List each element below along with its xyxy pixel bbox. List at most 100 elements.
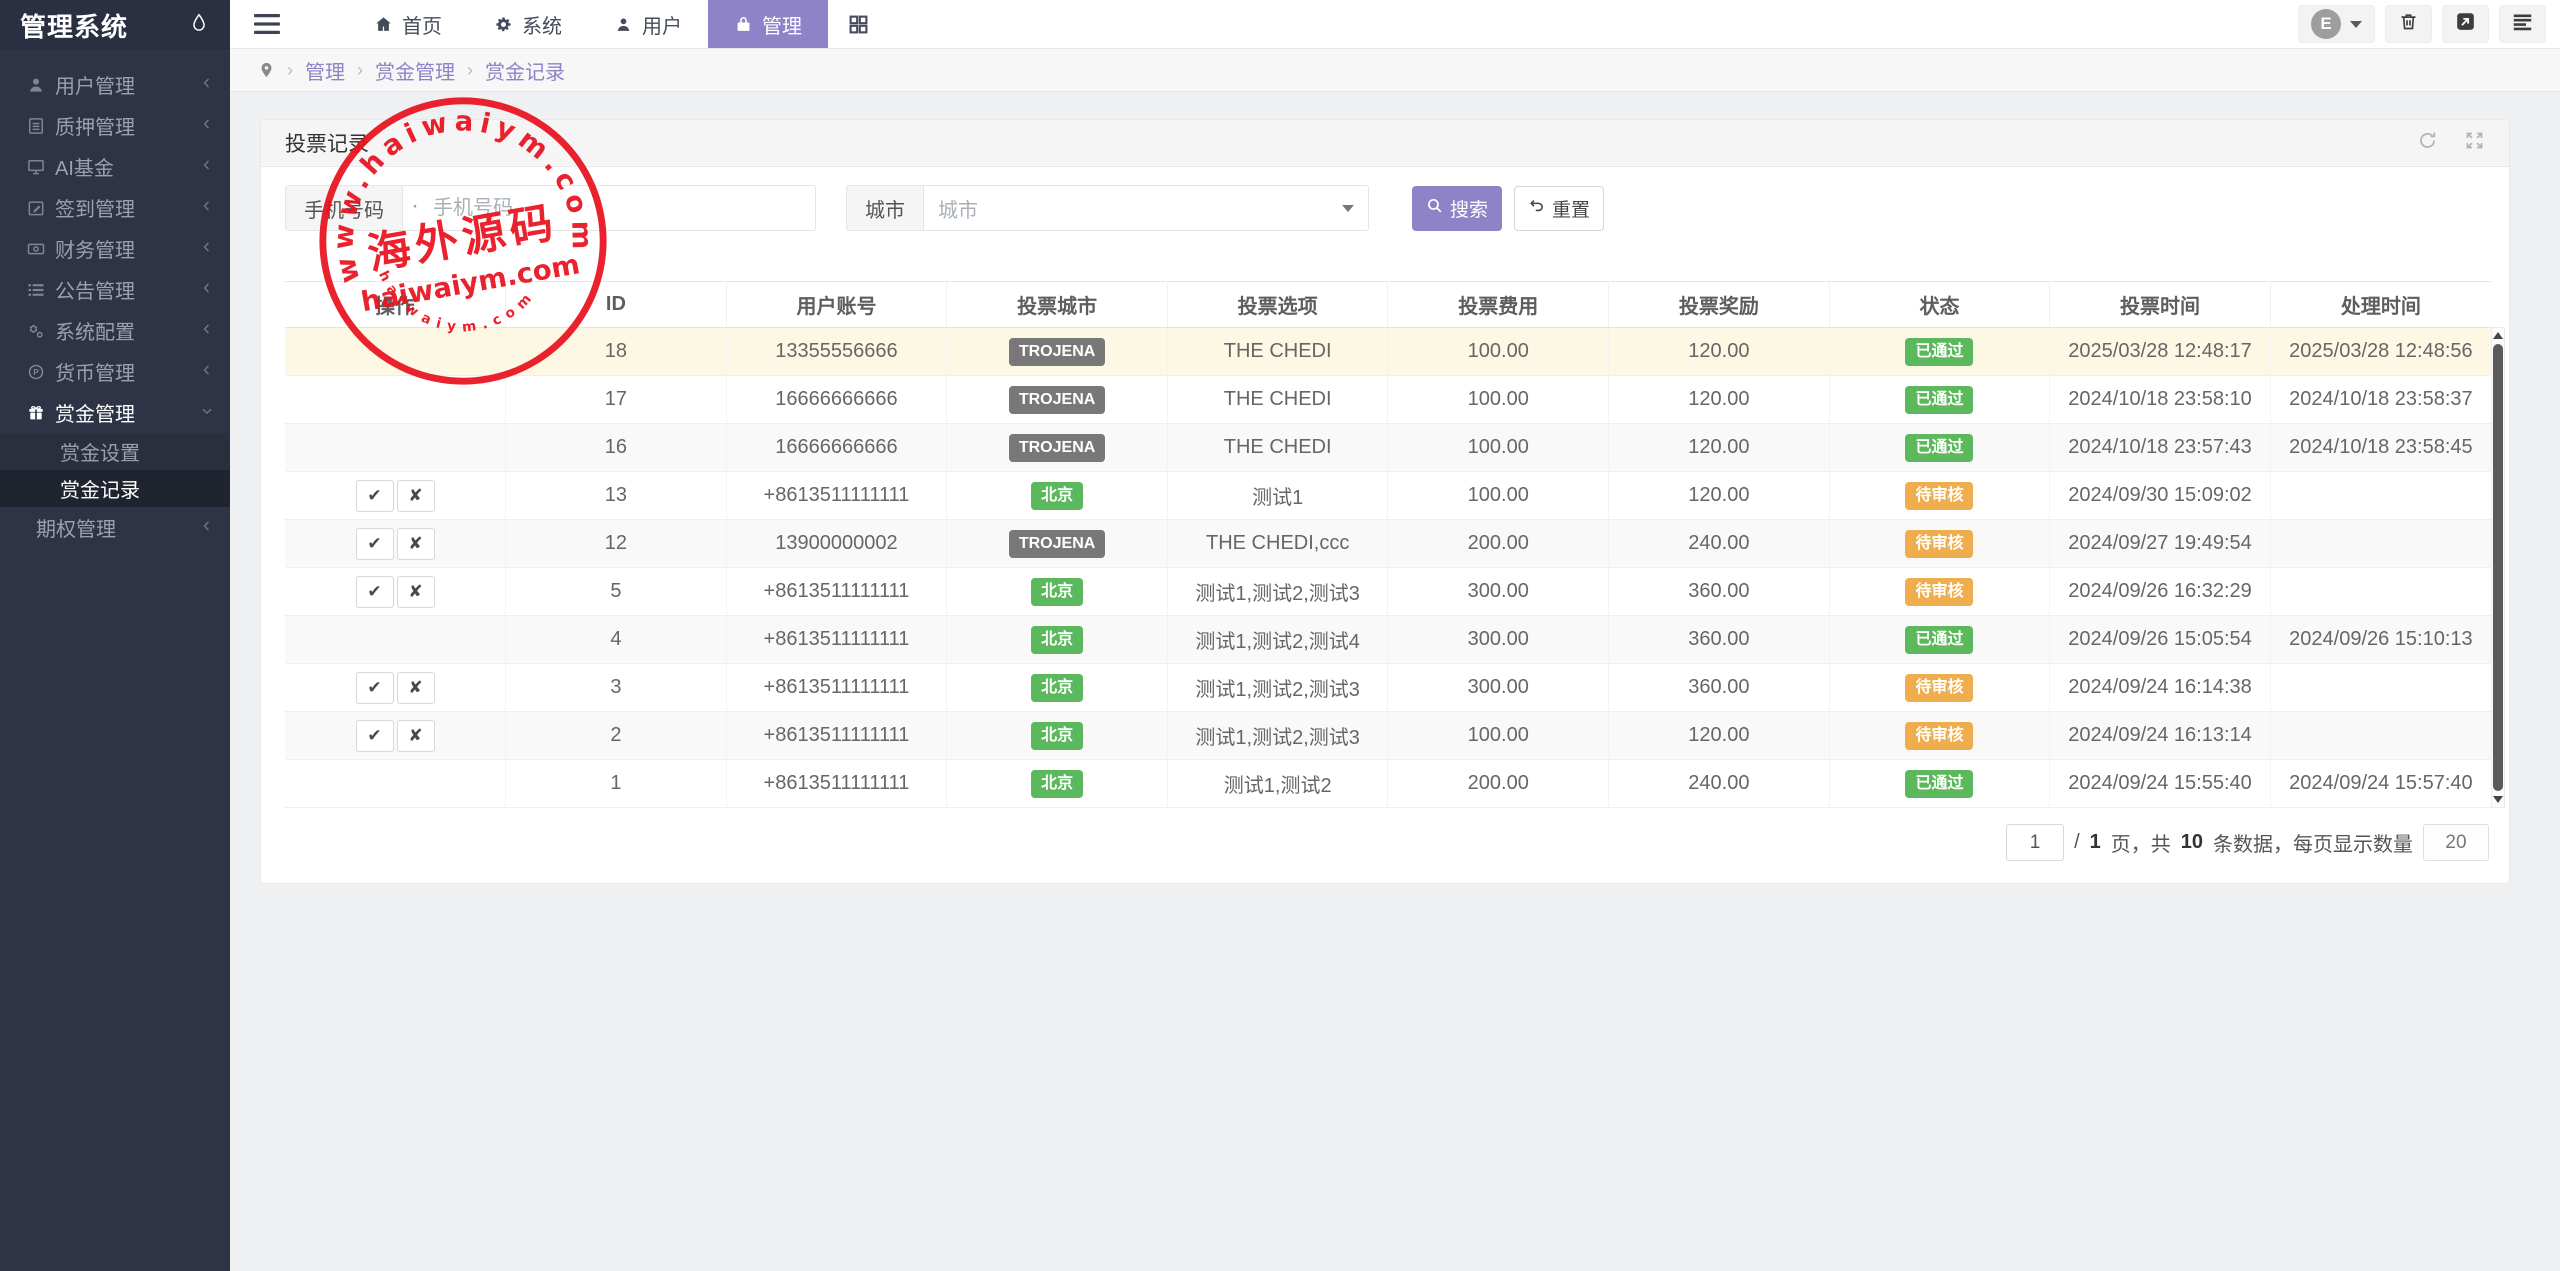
phone-field-group: 手机号码 · xyxy=(285,185,816,231)
approve-button[interactable]: ✔ xyxy=(356,576,394,608)
launch-button[interactable] xyxy=(2442,5,2489,43)
reset-button-label: 重置 xyxy=(1552,195,1590,222)
actions-cell xyxy=(285,328,506,376)
city-cell: 北京 xyxy=(947,760,1168,808)
grid-icon[interactable] xyxy=(828,14,889,35)
sidebar-item[interactable]: 质押管理 xyxy=(0,105,230,146)
reward-cell: 120.00 xyxy=(1609,376,1830,424)
sidebar-subitem[interactable]: 赏金设置 xyxy=(0,433,230,470)
col-status: 状态 xyxy=(1829,282,2050,328)
app-logo: 管理系统 xyxy=(0,0,230,50)
pages-label: 页，共 xyxy=(2111,828,2171,857)
top-nav-item[interactable]: 首页 xyxy=(348,0,468,48)
reset-button[interactable]: 重置 xyxy=(1514,186,1604,231)
breadcrumb-items: ›管理›赏金管理›赏金记录 xyxy=(287,56,565,85)
actions-cell xyxy=(285,760,506,808)
breadcrumb-link[interactable]: 赏金记录 xyxy=(485,56,565,85)
sidebar-item[interactable]: 公告管理 xyxy=(0,269,230,310)
col-id: ID xyxy=(506,282,727,328)
trash-icon xyxy=(2398,11,2419,38)
reject-button[interactable]: ✘ xyxy=(397,720,435,752)
sidebar-item[interactable]: 财务管理 xyxy=(0,228,230,269)
phone-input[interactable] xyxy=(402,185,816,231)
actions-cell: ✔✘ xyxy=(285,568,506,616)
id-cell: 2 xyxy=(506,712,727,760)
city-badge: 北京 xyxy=(1031,578,1083,606)
id-cell: 1 xyxy=(506,760,727,808)
city-cell: 北京 xyxy=(947,568,1168,616)
col-vote-time: 投票时间 xyxy=(2050,282,2271,328)
vote-time-cell: 2024/09/30 15:09:02 xyxy=(2050,472,2271,520)
col-fee: 投票费用 xyxy=(1388,282,1609,328)
approve-button[interactable]: ✔ xyxy=(356,528,394,560)
sidebar-item[interactable]: 用户管理 xyxy=(0,64,230,105)
id-cell: 3 xyxy=(506,664,727,712)
app-title: 管理系统 xyxy=(20,7,188,44)
status-cell: 待审核 xyxy=(1829,472,2050,520)
launch-icon xyxy=(2455,11,2476,38)
reject-button[interactable]: ✘ xyxy=(397,672,435,704)
search-button[interactable]: 搜索 xyxy=(1412,186,1502,231)
sidebar-item[interactable]: P货币管理 xyxy=(0,351,230,392)
phone-field-label: 手机号码 xyxy=(285,185,402,231)
account-cell: +8613511111111 xyxy=(726,760,947,808)
options-cell: 测试1,测试2,测试3 xyxy=(1167,568,1388,616)
refresh-icon[interactable] xyxy=(2417,130,2438,157)
scroll-up-icon[interactable] xyxy=(2493,332,2503,339)
approve-button[interactable]: ✔ xyxy=(356,720,394,752)
breadcrumb-separator: › xyxy=(357,60,363,81)
col-account: 用户账号 xyxy=(726,282,947,328)
panel-tools xyxy=(2417,130,2485,157)
sidebar-item[interactable]: 系统配置 xyxy=(0,310,230,351)
table-row: 1716666666666TROJENATHE CHEDI100.00120.0… xyxy=(285,376,2491,424)
trash-button[interactable] xyxy=(2385,5,2432,43)
status-badge: 待审核 xyxy=(1905,530,1973,558)
table-scrollbar[interactable] xyxy=(2491,327,2505,808)
approve-button[interactable]: ✔ xyxy=(356,672,394,704)
col-city: 投票城市 xyxy=(947,282,1168,328)
user-menu-button[interactable]: E xyxy=(2298,5,2375,43)
reject-button[interactable]: ✘ xyxy=(397,528,435,560)
page-size-input[interactable] xyxy=(2423,824,2489,861)
sidebar-subitem[interactable]: 赏金记录 xyxy=(0,470,230,507)
city-cell: 北京 xyxy=(947,616,1168,664)
panel-header: 投票记录 xyxy=(261,120,2509,167)
status-cell: 已通过 xyxy=(1829,424,2050,472)
scrollbar-thumb[interactable] xyxy=(2493,344,2503,791)
sidebar-item[interactable]: AI基金 xyxy=(0,146,230,187)
hamburger-icon[interactable] xyxy=(254,9,284,39)
top-nav-item[interactable]: 系统 xyxy=(468,0,588,48)
reject-button[interactable]: ✘ xyxy=(397,576,435,608)
vote-time-cell: 2025/03/28 12:48:17 xyxy=(2050,328,2271,376)
vote-time-cell: 2024/09/26 15:05:54 xyxy=(2050,616,2271,664)
status-badge: 待审核 xyxy=(1905,578,1973,606)
page-title: 投票记录 xyxy=(285,128,369,158)
top-nav-item[interactable]: 管理 xyxy=(708,0,828,48)
log-button[interactable] xyxy=(2499,5,2546,43)
city-select-placeholder: 城市 xyxy=(938,194,978,223)
sidebar-item[interactable]: 签到管理 xyxy=(0,187,230,228)
reject-button[interactable]: ✘ xyxy=(397,480,435,512)
actions-cell: ✔✘ xyxy=(285,664,506,712)
top-nav-item[interactable]: 用户 xyxy=(588,0,708,48)
sidebar-item[interactable]: 期权管理 xyxy=(0,507,230,548)
banknote-icon xyxy=(25,238,47,260)
id-cell: 17 xyxy=(506,376,727,424)
city-select[interactable]: 城市 xyxy=(923,185,1369,231)
status-cell: 已通过 xyxy=(1829,376,2050,424)
city-cell: TROJENA xyxy=(947,376,1168,424)
city-badge: 北京 xyxy=(1031,482,1083,510)
id-cell: 12 xyxy=(506,520,727,568)
process-time-cell xyxy=(2270,664,2491,712)
sidebar-item[interactable]: 赏金管理 xyxy=(0,392,230,433)
scroll-down-icon[interactable] xyxy=(2493,796,2503,803)
breadcrumb-separator: › xyxy=(467,60,473,81)
content-area: 投票记录 手机号码 · xyxy=(230,92,2560,884)
breadcrumb-link[interactable]: 赏金管理 xyxy=(375,56,455,85)
page-input[interactable] xyxy=(2006,824,2064,861)
approve-button[interactable]: ✔ xyxy=(356,480,394,512)
fullscreen-icon[interactable] xyxy=(2464,130,2485,157)
chevron-down-icon xyxy=(2350,21,2362,28)
breadcrumb-link[interactable]: 管理 xyxy=(305,56,345,85)
chevron-down-icon xyxy=(200,401,214,424)
